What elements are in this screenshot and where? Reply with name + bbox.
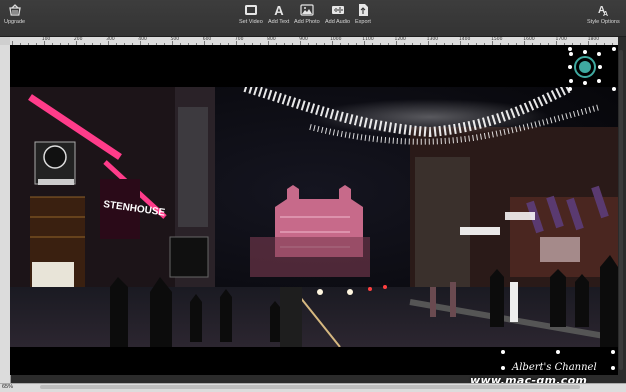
add-text-label: Add Text [268,19,290,25]
add-photo-label: Add Photo [294,19,320,25]
audio-icon [331,6,344,14]
export-icon [358,4,368,16]
horizontal-scrollbar[interactable] [40,385,580,389]
export-label: Export [355,19,371,25]
watermark-channel-name: Albert's Channel [512,362,597,373]
style-options-button[interactable]: AA Style Options [587,3,620,25]
basket-icon [8,4,21,16]
resize-handle[interactable] [612,47,616,51]
logo-overlay[interactable] [566,50,602,86]
resize-handle[interactable] [611,366,615,370]
resize-handle[interactable] [568,87,572,91]
photo-icon [300,4,314,16]
add-audio-button[interactable]: Add Audio [325,3,350,25]
video-icon [244,5,257,15]
resize-handle[interactable] [611,350,615,354]
ruler-label: 1800 [587,37,600,42]
editing-canvas[interactable]: STENHOUSE [10,45,618,375]
ruler-label: 100 [41,37,51,42]
svg-text:A: A [274,3,284,17]
add-photo-button[interactable]: Add Photo [294,3,320,25]
add-text-button[interactable]: A Add Text [268,3,289,25]
export-button[interactable]: Export [355,3,371,25]
rotate-icon [568,50,602,85]
vertical-scrollbar[interactable] [619,50,623,370]
text-icon: A [274,3,284,17]
resize-handle[interactable] [556,350,560,354]
resize-handle[interactable] [501,350,505,354]
svg-text:A: A [603,11,608,17]
set-video-label: Set Video [239,19,263,25]
add-audio-label: Add Audio [325,19,351,25]
set-video-button[interactable]: Set Video [239,3,263,25]
upgrade-label: Upgrade [4,19,26,25]
style-options-label: Style Options [587,19,620,25]
upgrade-button[interactable]: Upgrade [4,3,25,25]
video-frame-street-scene: STENHOUSE [10,87,618,347]
zoom-level[interactable]: 65% [2,383,13,391]
resize-handle[interactable] [501,366,505,370]
resize-handle[interactable] [612,87,616,91]
ruler-corner [0,37,10,45]
main-toolbar: Upgrade Set Video A Add Text Add Photo A… [0,0,626,37]
style-icon: AA [598,5,608,17]
ruler-label: 1700 [555,37,567,42]
